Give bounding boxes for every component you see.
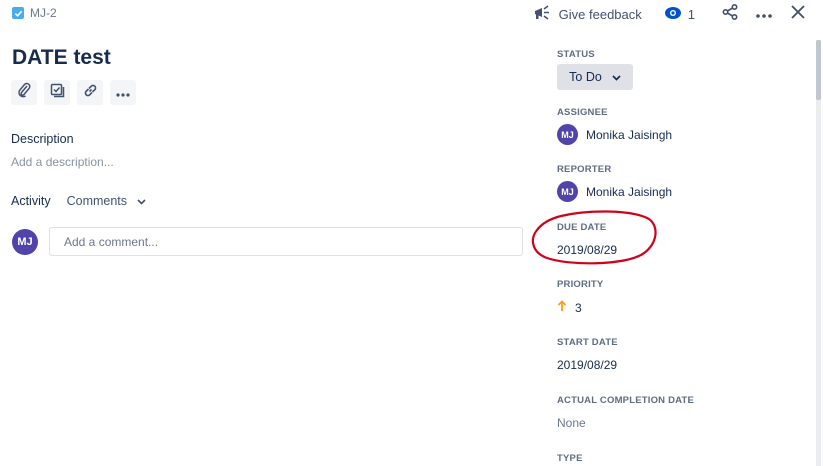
actual-completion-date-label: ACTUAL COMPLETION DATE xyxy=(557,395,695,406)
issue-view: MJ-2 Give feedback 1 DATE test Descripti… xyxy=(0,0,823,466)
start-date-field: START DATE 2019/08/29 xyxy=(557,337,618,372)
chevron-down-icon xyxy=(612,70,621,84)
megaphone-icon xyxy=(533,4,551,24)
status-label: STATUS xyxy=(557,49,595,60)
attach-button[interactable] xyxy=(11,80,37,105)
start-date-value[interactable]: 2019/08/29 xyxy=(557,358,618,372)
link-issue-button[interactable] xyxy=(77,80,103,105)
share-button[interactable] xyxy=(713,0,747,28)
assignee-name: Monika Jaisingh xyxy=(586,127,673,142)
more-toolbar-button[interactable] xyxy=(110,80,136,105)
actual-completion-date-value[interactable]: None xyxy=(557,416,694,430)
reporter-label: REPORTER xyxy=(557,164,612,175)
share-icon xyxy=(722,3,738,25)
eye-icon xyxy=(664,6,682,23)
avatar: MJ xyxy=(557,124,578,145)
issue-toolbar xyxy=(11,80,136,105)
activity-filter-dropdown[interactable]: Comments xyxy=(67,194,146,208)
create-subtask-button[interactable] xyxy=(44,80,70,105)
issue-key-text: MJ-2 xyxy=(30,6,57,20)
priority-value[interactable]: 3 xyxy=(557,300,603,315)
activity-filter-value: Comments xyxy=(66,194,128,208)
avatar: MJ xyxy=(12,228,38,255)
priority-label: PRIORITY xyxy=(557,279,604,290)
arrow-up-icon xyxy=(557,300,567,315)
more-horizontal-icon xyxy=(756,5,772,23)
type-field: TYPE xyxy=(557,453,583,464)
issue-key-link[interactable]: MJ-2 xyxy=(12,6,57,20)
give-feedback-button[interactable]: Give feedback xyxy=(533,4,642,24)
status-value: To Do xyxy=(569,70,602,84)
activity-header: Activity Comments xyxy=(11,194,146,208)
activity-heading: Activity xyxy=(11,194,51,208)
assignee-value[interactable]: MJ Monika Jaisingh xyxy=(557,124,672,145)
scrollbar-track[interactable] xyxy=(816,40,821,466)
priority-field: PRIORITY 3 xyxy=(557,279,603,315)
watch-button[interactable]: 1 xyxy=(664,6,695,23)
issue-title[interactable]: DATE test xyxy=(12,46,111,70)
priority-text: 3 xyxy=(575,300,582,315)
annotation-circle xyxy=(531,210,657,265)
paperclip-icon xyxy=(17,82,31,103)
chevron-down-icon xyxy=(137,194,146,208)
subtask-icon xyxy=(50,83,65,103)
type-label: TYPE xyxy=(557,453,583,464)
task-type-icon xyxy=(12,7,24,19)
close-button[interactable] xyxy=(781,0,815,28)
comment-composer: MJ Add a comment... xyxy=(12,227,523,256)
start-date-label: START DATE xyxy=(557,337,618,348)
assignee-field: ASSIGNEE MJ Monika Jaisingh xyxy=(557,107,672,145)
give-feedback-label: Give feedback xyxy=(558,6,642,22)
reporter-field: REPORTER MJ Monika Jaisingh xyxy=(557,164,672,202)
status-field: STATUS To Do xyxy=(557,49,633,90)
close-icon xyxy=(791,4,805,24)
header-actions: Give feedback 1 xyxy=(533,0,823,28)
more-actions-button[interactable] xyxy=(747,0,781,28)
description-field[interactable]: Add a description... xyxy=(11,155,114,169)
assignee-label: ASSIGNEE xyxy=(557,107,608,118)
reporter-name: Monika Jaisingh xyxy=(586,184,673,199)
comment-input[interactable]: Add a comment... xyxy=(49,227,523,256)
watch-count: 1 xyxy=(687,6,695,22)
status-dropdown[interactable]: To Do xyxy=(557,64,633,90)
description-heading: Description xyxy=(11,132,74,146)
avatar: MJ xyxy=(557,181,578,202)
actual-completion-date-field: ACTUAL COMPLETION DATE None xyxy=(557,395,694,430)
link-icon xyxy=(83,83,98,103)
scrollbar-thumb[interactable] xyxy=(816,40,821,100)
reporter-value[interactable]: MJ Monika Jaisingh xyxy=(557,181,672,202)
more-horizontal-icon xyxy=(116,84,130,102)
